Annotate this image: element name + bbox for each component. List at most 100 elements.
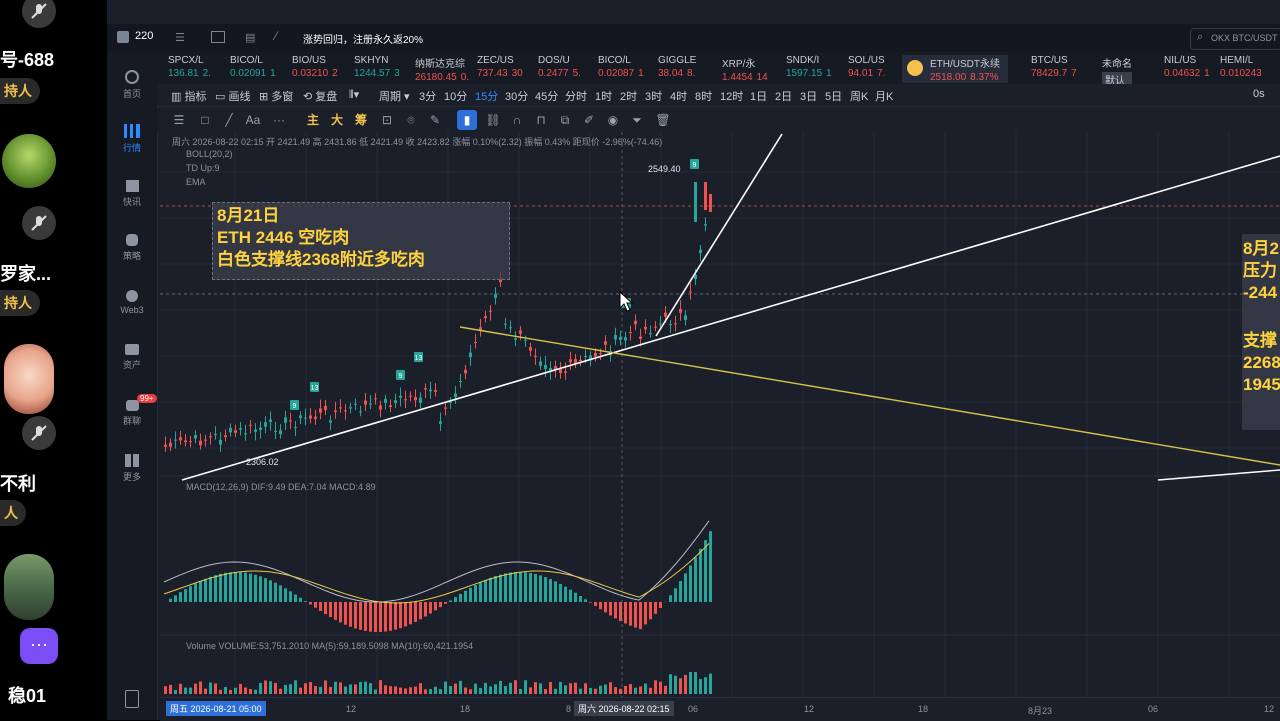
replay-button[interactable]: ⟲ 复盘	[303, 88, 337, 104]
timeframe-option[interactable]: 分时	[565, 88, 587, 104]
nav-chat[interactable]: 群聊 99+	[107, 400, 157, 427]
time-axis[interactable]: 周五 2026-08-21 05:00 12 18 8 周六 2026-08-2…	[160, 697, 1280, 721]
user-icon[interactable]	[117, 31, 129, 43]
annotation-box-right[interactable]: 8月2 压力 -244 支撑 2268 1945	[1242, 234, 1280, 430]
mic-muted-icon[interactable]	[22, 0, 56, 28]
boll-indicator[interactable]: BOLL(20,2)	[186, 149, 233, 159]
timeframe-option[interactable]: 45分	[535, 88, 558, 104]
ticker-item[interactable]: 纳斯达克综26180.450.	[415, 55, 469, 83]
chart-type-icon[interactable]: ⫴▾	[349, 88, 359, 102]
ticker-item[interactable]: BICO/L0.020871	[598, 55, 644, 83]
timeframe-option[interactable]: 3分	[419, 88, 436, 104]
main-indicator-toggle[interactable]: 主	[305, 112, 321, 128]
more-options-icon[interactable]: ···	[20, 628, 58, 664]
volume-bar	[624, 686, 627, 694]
lock-icon[interactable]: ⊓	[533, 112, 549, 128]
search-input[interactable]: ⌕ OKX BTC/USDT	[1190, 28, 1280, 50]
timeframe-option[interactable]: 5日	[825, 88, 842, 104]
avatar[interactable]	[4, 554, 54, 620]
nav-assets[interactable]: 资产	[107, 344, 157, 371]
low-price-label: 2306.02	[246, 457, 279, 467]
td-indicator[interactable]: TD Up:9	[186, 163, 220, 173]
nav-strategy[interactable]: 策略	[107, 234, 157, 262]
ticker-symbol: XRP/永	[722, 59, 755, 70]
magnet-icon[interactable]: ∩	[509, 112, 525, 128]
annotation-box[interactable]: 8月21日 ETH 2446 空吃肉 白色支撑线2368附近多吃肉	[212, 202, 510, 280]
timeframe-option[interactable]: 2日	[775, 88, 792, 104]
rect-icon[interactable]: □	[197, 112, 213, 128]
chart-area[interactable]: 91391399 周六 2026-08-22 02:15 开 2421.49 高…	[160, 132, 1280, 697]
ema-indicator[interactable]: EMA	[186, 177, 206, 187]
promo-banner[interactable]: 涨势回归，注册永久返20%	[303, 31, 423, 46]
timeframe-option[interactable]: 2时	[620, 88, 637, 104]
timeframe-option[interactable]: 月K	[875, 88, 893, 104]
ticker-item[interactable]: HEMI/L0.010243	[1220, 55, 1266, 83]
candle	[524, 340, 527, 341]
timeframe-option[interactable]: 12时	[720, 88, 743, 104]
timeframe-option[interactable]: 10分	[444, 88, 467, 104]
filter-icon[interactable]: ⏷	[629, 112, 645, 128]
more-icon[interactable]: ···	[271, 112, 287, 128]
host-badge[interactable]: 人	[0, 500, 26, 526]
ticker-item[interactable]: ZEC/US737.4330	[477, 55, 523, 83]
bookmark-icon[interactable]: ▮	[457, 110, 477, 130]
timeframe-option[interactable]: 15分	[475, 88, 498, 104]
line-icon[interactable]: ╱	[221, 112, 237, 128]
menu-icon[interactable]: ☰	[171, 112, 187, 128]
layout-icon[interactable]: ▤	[245, 31, 255, 44]
eye-icon[interactable]: ◉	[605, 112, 621, 128]
nav-home[interactable]: 首页	[107, 70, 157, 100]
camera-icon[interactable]: ⌾	[403, 112, 419, 128]
window-icon[interactable]	[211, 31, 225, 43]
chips-toggle[interactable]: 筹	[353, 112, 369, 128]
timeframe-option[interactable]: 4时	[670, 88, 687, 104]
host-badge[interactable]: 持人	[0, 78, 40, 104]
timeframe-option[interactable]: 1时	[595, 88, 612, 104]
nav-more[interactable]: 更多	[107, 454, 157, 483]
draw-icon[interactable]: ⁄	[275, 29, 277, 43]
nav-market[interactable]: 行情	[107, 124, 157, 154]
nav-news[interactable]: 快讯	[107, 180, 157, 208]
multi-window-button[interactable]: ⊞ 多窗	[259, 88, 293, 104]
ticker-item[interactable]: 未命名默认	[1102, 55, 1132, 83]
timeframe-option[interactable]: 周K	[850, 88, 868, 104]
link-icon[interactable]: ⛓	[485, 112, 501, 128]
brush-icon[interactable]: ✐	[581, 112, 597, 128]
indicator-button[interactable]: ▥ 指标	[171, 88, 206, 104]
candle	[334, 410, 337, 411]
trash-icon[interactable]: 🗑	[655, 112, 671, 128]
ticker-item[interactable]: GIGGLE38.048.	[658, 55, 696, 83]
timeframe-option[interactable]: 3日	[800, 88, 817, 104]
timeframe-option[interactable]: 30分	[505, 88, 528, 104]
menu-icon[interactable]: ☰	[175, 31, 185, 44]
host-badge[interactable]: 持人	[0, 290, 40, 316]
period-dropdown[interactable]: 周期 ▾	[379, 88, 410, 104]
mic-muted-icon[interactable]	[22, 416, 56, 450]
mic-muted-icon[interactable]	[22, 206, 56, 240]
ticker-item[interactable]: NIL/US0.046321	[1164, 55, 1210, 83]
ruler-icon[interactable]: ⊡	[379, 112, 395, 128]
ticker-item[interactable]: SOL/US94.017.	[848, 55, 885, 83]
timeframe-option[interactable]: 1日	[750, 88, 767, 104]
avatar[interactable]	[2, 134, 56, 188]
nav-web3[interactable]: Web3	[107, 290, 157, 315]
ticker-item[interactable]: SPCX/L136.812.	[168, 55, 211, 83]
device-icon[interactable]	[125, 690, 139, 708]
ticker-item[interactable]: DOS/U0.24775.	[538, 55, 581, 83]
ticker-item[interactable]: BIO/US0.032102	[292, 55, 338, 83]
ticker-item[interactable]: BICO/L0.020911	[230, 55, 276, 83]
avatar[interactable]	[4, 344, 54, 414]
ticker-item[interactable]: SKHYN1244.573	[354, 55, 400, 83]
ticker-item[interactable]: ETH/USDT永续2518.008.37%	[902, 55, 1008, 83]
pen-icon[interactable]: ✎	[427, 112, 443, 128]
copy-icon[interactable]: ⧉	[557, 112, 573, 128]
candle	[219, 440, 222, 445]
text-icon[interactable]: Aa	[245, 112, 261, 128]
timeframe-option[interactable]: 8时	[695, 88, 712, 104]
ticker-item[interactable]: BTC/US78429.77	[1031, 55, 1077, 83]
draw-button[interactable]: ▭ 画线	[215, 88, 250, 104]
ticker-item[interactable]: SNDK/I1597.151	[786, 55, 832, 83]
large-order-toggle[interactable]: 大	[329, 112, 345, 128]
timeframe-option[interactable]: 3时	[645, 88, 662, 104]
ticker-item[interactable]: XRP/永1.445414	[722, 55, 768, 83]
